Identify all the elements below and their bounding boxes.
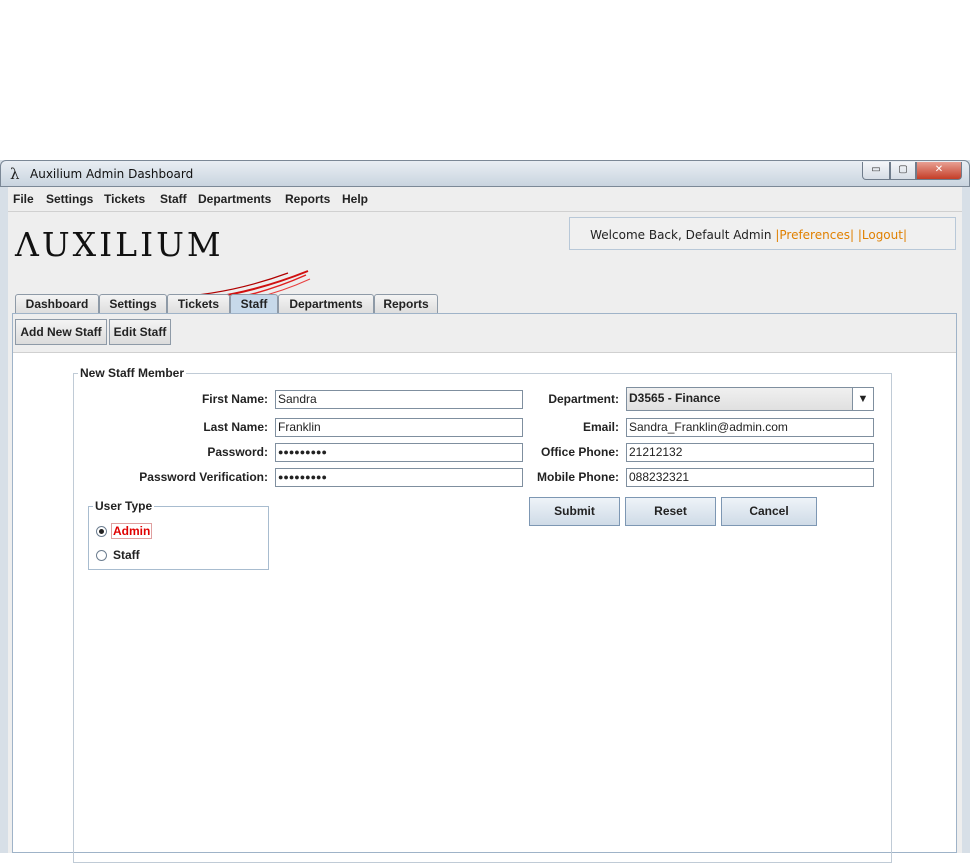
tab-departments[interactable]: Departments [278, 294, 374, 314]
admin-radio[interactable] [96, 526, 107, 537]
password-label: Password: [207, 445, 268, 459]
title-bar[interactable]: λ Auxilium Admin Dashboard ▭ ▢ ✕ [0, 160, 970, 187]
group-title: New Staff Member [78, 366, 187, 380]
email-field[interactable]: Sandra_Franklin@admin.com [626, 418, 874, 437]
menu-staff[interactable]: Staff [160, 192, 187, 206]
tab-staff[interactable]: Staff [230, 294, 278, 314]
tab-reports[interactable]: Reports [374, 294, 438, 314]
admin-radio-label[interactable]: Admin [111, 523, 153, 539]
window-title: Auxilium Admin Dashboard [30, 167, 194, 181]
department-value: D3565 - Finance [629, 391, 721, 405]
close-button[interactable]: ✕ [916, 162, 962, 180]
staff-radio-label[interactable]: Staff [113, 548, 140, 562]
preferences-link[interactable]: |Preferences| [775, 228, 854, 242]
menu-settings[interactable]: Settings [46, 192, 93, 206]
user-type-group: User Type Admin Staff [88, 499, 269, 570]
staff-action-bar: Add New Staff Edit Staff [13, 314, 956, 353]
menu-help[interactable]: Help [342, 192, 368, 206]
app-window: λ Auxilium Admin Dashboard ▭ ▢ ✕ File Se… [0, 160, 970, 863]
welcome-text: Welcome Back, Default Admin [590, 228, 772, 242]
mobile-phone-field[interactable]: 088232321 [626, 468, 874, 487]
mobile-phone-label: Mobile Phone: [537, 470, 619, 484]
department-label: Department: [548, 392, 619, 406]
edit-staff-button[interactable]: Edit Staff [109, 319, 171, 345]
chevron-down-icon[interactable]: ▼ [852, 388, 873, 410]
menu-departments[interactable]: Departments [198, 192, 271, 206]
menu-tickets[interactable]: Tickets [104, 192, 145, 206]
app-content: File Settings Tickets Staff Departments … [8, 187, 962, 863]
submit-button[interactable]: Submit [529, 497, 620, 526]
menu-reports[interactable]: Reports [285, 192, 330, 206]
cancel-button[interactable]: Cancel [721, 497, 817, 526]
tab-dashboard[interactable]: Dashboard [15, 294, 99, 314]
office-phone-label: Office Phone: [540, 445, 619, 459]
tab-settings[interactable]: Settings [99, 294, 167, 314]
menu-file[interactable]: File [13, 192, 34, 206]
tab-tickets[interactable]: Tickets [167, 294, 230, 314]
auxilium-logo: ΛUXILIUM [15, 225, 224, 264]
first-name-label: First Name: [201, 392, 268, 406]
password-verification-field[interactable]: ●●●●●●●●● [275, 468, 523, 487]
user-type-title: User Type [93, 499, 155, 513]
first-name-field[interactable]: Sandra [275, 390, 523, 409]
last-name-label: Last Name: [203, 420, 268, 434]
staff-tab-panel: Add New Staff Edit Staff New Staff Membe… [12, 313, 957, 863]
staff-radio[interactable] [96, 550, 107, 561]
email-label: Email: [582, 420, 619, 434]
new-staff-member-group: New Staff Member First Name: Sandra Last… [73, 366, 892, 863]
department-select[interactable]: D3565 - Finance ▼ [626, 387, 874, 411]
menu-bar: File Settings Tickets Staff Departments … [8, 187, 962, 212]
password-field[interactable]: ●●●●●●●●● [275, 443, 523, 462]
app-icon: λ [10, 165, 20, 183]
last-name-field[interactable]: Franklin [275, 418, 523, 437]
reset-button[interactable]: Reset [625, 497, 716, 526]
add-new-staff-button[interactable]: Add New Staff [15, 319, 107, 345]
welcome-panel: Welcome Back, Default Admin |Preferences… [569, 217, 956, 250]
maximize-button[interactable]: ▢ [890, 162, 916, 180]
password-verification-label: Password Verification: [139, 470, 268, 484]
office-phone-field[interactable]: 21212132 [626, 443, 874, 462]
logout-link[interactable]: |Logout| [858, 228, 907, 242]
minimize-button[interactable]: ▭ [862, 162, 890, 180]
